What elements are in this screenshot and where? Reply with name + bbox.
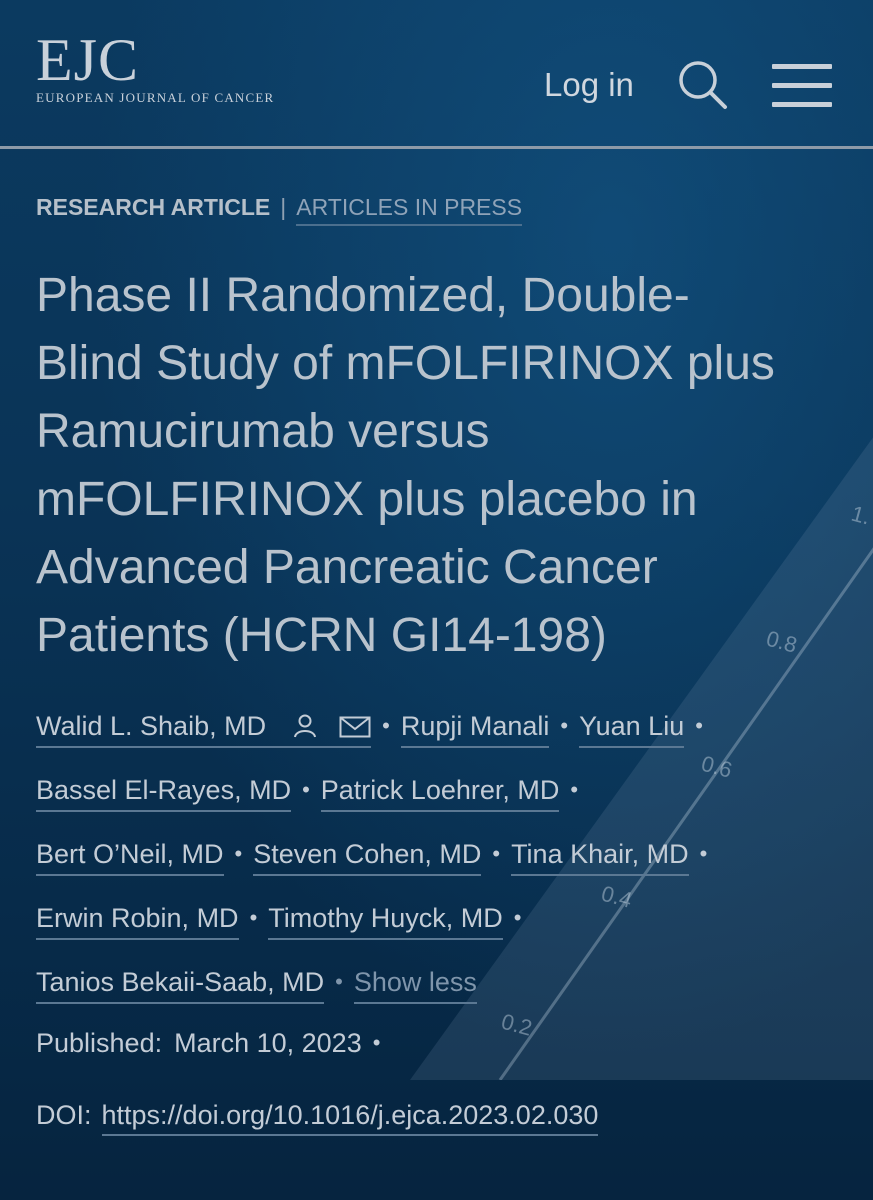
mail-icon [339,716,371,738]
author-separator: • [513,905,522,930]
author-link[interactable]: Erwin Robin, MD [36,902,239,940]
author-link[interactable]: Steven Cohen, MD [253,838,482,876]
search-icon [679,61,727,109]
doi-label: DOI: [36,1100,92,1130]
author-separator: • [695,713,703,738]
logo-subtitle: EUROPEAN JOURNAL OF CANCER [36,90,275,105]
article-title-line: Patients (HCRN GI14-198) [36,609,607,662]
article-type-label: RESEARCH ARTICLE [36,194,271,220]
top-navigation-bar: EJC EUROPEAN JOURNAL OF CANCER Log in [0,0,873,149]
article-title: Phase II Randomized, Double- Blind Study… [36,262,836,670]
author-line: Bassel El-Rayes, MD • Patrick Loehrer, MD • [36,774,856,838]
author-line: Erwin Robin, MD • Timothy Huyck, MD • [36,902,856,966]
author-link[interactable]: Yuan Liu [579,710,685,748]
person-icon [293,714,316,738]
login-link[interactable]: Log in [544,66,634,104]
author-name: Walid L. Shaib, MD [36,711,267,741]
article-title-line: Phase II Randomized, Double- [36,269,690,322]
doi-row: DOI: https://doi.org/10.1016/j.ejca.2023.… [36,1100,599,1136]
author-line: Bert O’Neil, MD • Steven Cohen, MD • Tina Kh… [36,838,856,902]
article-title-line: Blind Study of mFOLFIRINOX plus [36,337,775,390]
author-link[interactable]: Bert O’Neil, MD [36,838,224,876]
author-link[interactable]: Timothy Huyck, MD [268,902,503,940]
author-separator: • [335,969,343,994]
author-separator: • [249,905,258,930]
author-line: Tanios Bekaii-Saab, MD • Show less [36,966,856,1030]
published-date: March 10, 2023 [174,1028,362,1058]
author-separator: • [492,841,501,866]
author-link[interactable]: Rupji Manali [400,710,550,748]
author-separator: • [302,777,310,802]
doi-link[interactable]: https://doi.org/10.1016/j.ejca.2023.02.0… [101,1100,599,1136]
articles-in-press-link[interactable]: ARTICLES IN PRESS [296,194,523,226]
menu-icon [772,64,832,107]
published-label: Published: [36,1028,163,1058]
author-line: Walid L. Shaib, MD • Rupji Manali • Yuan Li… [36,710,856,774]
author-link[interactable]: Walid L. Shaib, MD [36,710,372,748]
search-button[interactable] [676,58,732,114]
author-separator: • [382,713,390,738]
article-title-line: Ramucirumab versus [36,405,490,458]
author-list: Walid L. Shaib, MD • Rupji Manali • Yuan Li… [36,710,856,1030]
show-less-toggle[interactable]: Show less [353,966,477,1004]
article-title-line: mFOLFIRINOX plus placebo in [36,473,698,526]
meta-separator: | [280,194,287,220]
author-link[interactable]: Patrick Loehrer, MD [320,774,560,812]
article-title-line: Advanced Pancreatic Cancer [36,541,658,594]
published-date-row: Published: March 10, 2023 • [36,1028,391,1059]
meta-bullet: • [372,1030,381,1055]
logo-mark: EJC [36,27,140,93]
author-separator: • [234,841,243,866]
author-separator: • [699,841,708,866]
article-meta: RESEARCH ARTICLE | ARTICLES IN PRESS [36,194,523,226]
journal-logo[interactable]: EJC EUROPEAN JOURNAL OF CANCER [36,30,274,106]
author-separator: • [560,713,569,738]
menu-button[interactable] [772,64,832,108]
author-link[interactable]: Tanios Bekaii-Saab, MD [36,966,325,1004]
author-separator: • [570,777,579,802]
author-link[interactable]: Tina Khair, MD [511,838,689,876]
author-link[interactable]: Bassel El-Rayes, MD [36,774,292,812]
